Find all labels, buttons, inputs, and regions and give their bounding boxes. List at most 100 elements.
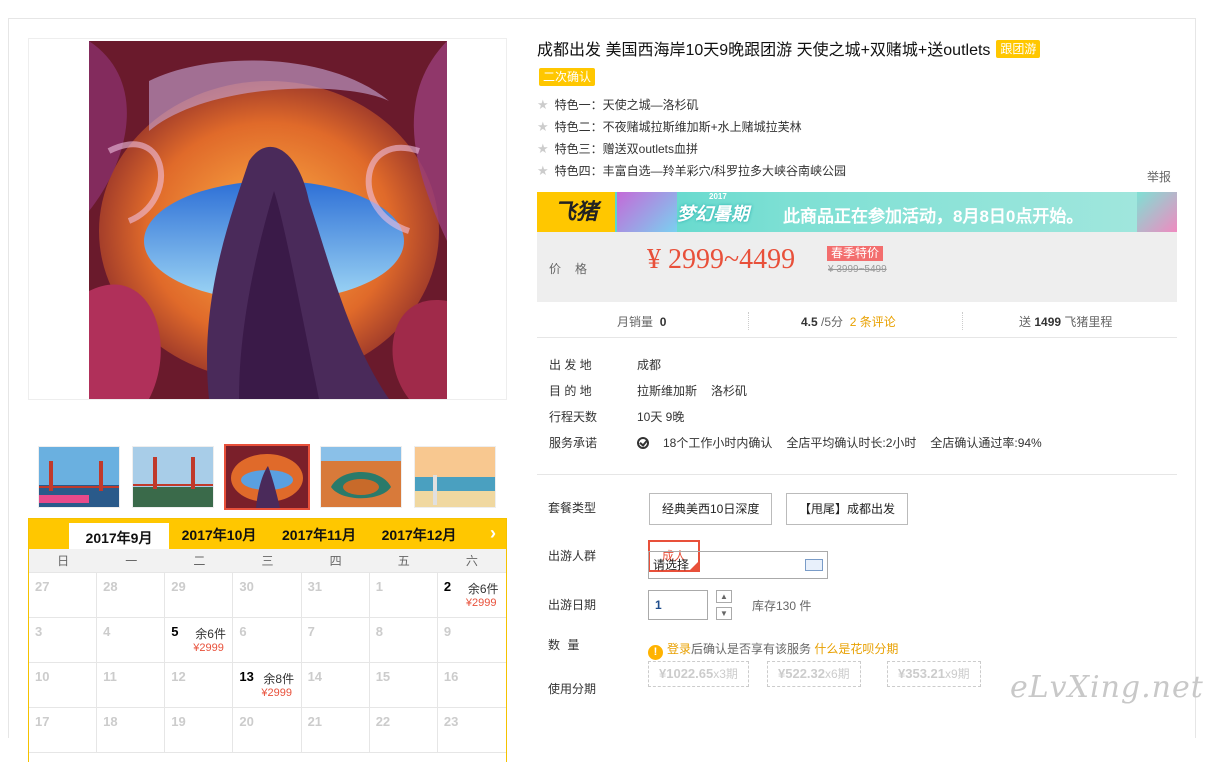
calendar-day-cell[interactable]: 2 余6件 ¥2999 <box>437 573 506 618</box>
quantity-increase-button[interactable]: ▲ <box>716 590 732 603</box>
site-watermark: eLvXing.net <box>1010 670 1204 705</box>
thumbnail-horseshoe-bend[interactable] <box>320 446 402 508</box>
calendar-day-cell: 4 <box>97 618 166 663</box>
quantity-decrease-button[interactable]: ▼ <box>716 607 732 620</box>
calendar-weekday: 六 <box>465 554 478 568</box>
calendar-day-number: 7 <box>307 624 315 639</box>
calendar-day-number: 23 <box>443 714 459 729</box>
calendar-month-tabs: 2017年9月 2017年10月 2017年11月 2017年12月 › <box>29 519 506 549</box>
calendar-day-number: 3 <box>35 624 43 639</box>
calendar-day-cell: 10 <box>29 663 98 708</box>
calendar-day-cell: 14 <box>301 663 370 708</box>
calendar-day-number: 27 <box>35 579 50 594</box>
calendar-day-cell: 21 <box>301 708 370 753</box>
calendar-day-number: 1 <box>375 579 383 594</box>
calendar-day-cell: 23 <box>437 708 506 753</box>
calendar-day-cell: 9 <box>437 618 506 663</box>
installment-option-3[interactable]: ¥1022.65x3期 <box>648 661 749 687</box>
calendar-day-price: ¥2999 <box>465 597 497 609</box>
calendar-day-number: 12 <box>171 669 186 684</box>
calendar-weekday: 四 <box>329 554 342 568</box>
installment-option-6[interactable]: ¥522.32x6期 <box>767 661 861 687</box>
calendar-weekday: 二 <box>193 554 206 568</box>
calendar-day-cell: 12 <box>165 663 234 708</box>
tab-month-dec[interactable]: 2017年12月 <box>369 519 469 549</box>
calendar-day-cell: 17 <box>29 708 98 753</box>
calendar-day-number: 29 <box>171 579 186 594</box>
calendar-weekday: 一 <box>125 554 138 568</box>
calendar-weekday: 日 <box>57 554 70 568</box>
calendar-day-price: ¥2999 <box>193 642 224 654</box>
thumbnail-golden-gate-1[interactable] <box>38 446 120 508</box>
date-picker-input[interactable]: 请选择 <box>648 551 828 579</box>
quantity-input[interactable]: 1 <box>648 590 708 620</box>
calendar-day-cell: 18 <box>97 708 166 753</box>
stock-count: 库存130 件 <box>752 599 812 613</box>
calendar-day-price: ¥2999 <box>261 687 293 699</box>
thumbnail-strip <box>28 442 507 516</box>
calendar-day-cell: 16 <box>437 663 506 708</box>
calendar-day-number: 30 <box>239 579 254 594</box>
calendar-day-cell: 3 <box>29 618 98 663</box>
tab-month-nov[interactable]: 2017年11月 <box>269 519 369 549</box>
calendar-day-cell: 15 <box>369 663 438 708</box>
tab-month-oct[interactable]: 2017年10月 <box>169 519 269 549</box>
calendar-day-number: 9 <box>443 624 452 639</box>
gallery-column: 2017年9月 2017年10月 2017年11月 2017年12月 › 日 一 二… <box>28 38 507 762</box>
calendar-day-cell: 22 <box>369 708 438 753</box>
calendar-day-cell: 27 <box>29 573 98 618</box>
calendar-day-cell[interactable]: 13 余8件 ¥2999 <box>233 663 302 708</box>
calendar-day-cell: 30 <box>233 573 302 618</box>
calendar-day-number: 5 <box>171 624 179 639</box>
tab-month-sep[interactable]: 2017年9月 <box>69 521 169 549</box>
calendar-weekday: 三 <box>261 554 274 568</box>
calendar-day-number: 16 <box>443 669 459 684</box>
calendar-weekday: 五 <box>397 554 410 568</box>
huabei-info-link[interactable]: 什么是花呗分期 <box>814 642 898 656</box>
calendar-day-cell: 19 <box>165 708 234 753</box>
calendar-day-cell: 31 <box>301 573 370 618</box>
warning-icon: ! <box>648 645 663 660</box>
calendar-day-cell: 29 <box>165 573 234 618</box>
calendar-day-cell: 7 <box>301 618 370 663</box>
calendar-day-cell: 11 <box>97 663 166 708</box>
options-section: 套餐类型 经典美西10日深度 【甩尾】成都出发 出游人群 成人 出游日期 请选择… <box>537 0 1177 724</box>
thumbnail-golden-gate-2[interactable] <box>132 446 214 508</box>
calendar-day-number: 22 <box>375 714 391 729</box>
login-link[interactable]: 登录 <box>667 642 691 656</box>
calendar-grid: 27 28 29 30 31 1 2 余6件 ¥2999 3 4 5 余6件 ¥2999 6 7 8 9 10 11 1… <box>29 573 506 753</box>
calendar-day-cell: 28 <box>97 573 166 618</box>
main-image-box <box>28 38 507 400</box>
calendar-day-number: 2 <box>443 579 452 594</box>
package-option-tail[interactable]: 【甩尾】成都出发 <box>786 493 909 525</box>
calendar-day-cell: 20 <box>233 708 302 753</box>
calendar-icon[interactable] <box>805 559 823 571</box>
calendar-day-cell[interactable]: 5 余6件 ¥2999 <box>165 618 234 663</box>
chevron-right-icon[interactable]: › <box>490 523 496 544</box>
calendar-day-number: 19 <box>171 714 186 729</box>
calendar-day-number: 21 <box>307 714 323 729</box>
package-option-classic[interactable]: 经典美西10日深度 <box>649 493 773 525</box>
calendar-day-number: 14 <box>307 669 323 684</box>
calendar-day-number: 13 <box>239 669 254 684</box>
price-calendar: 2017年9月 2017年10月 2017年11月 2017年12月 › 日 一 二… <box>28 518 507 762</box>
calendar-day-number: 18 <box>103 714 118 729</box>
calendar-day-number: 31 <box>307 579 323 594</box>
people-label: 出游人群 <box>548 549 597 563</box>
calendar-day-cell: 1 <box>369 573 438 618</box>
installment-option-9[interactable]: ¥353.21x9期 <box>887 661 981 687</box>
date-label: 出游日期 <box>548 598 597 612</box>
calendar-day-number: 20 <box>239 714 254 729</box>
calendar-day-cell: 8 <box>369 618 438 663</box>
calendar-day-stock: 余6件 <box>467 582 499 596</box>
calendar-day-stock: 余6件 <box>195 627 226 641</box>
installment-note: ! 登录后确认是否享有该服务 什么是花呗分期 <box>648 640 898 660</box>
calendar-day-number: 10 <box>35 669 50 684</box>
thumbnail-beach[interactable] <box>414 446 496 508</box>
calendar-day-number: 8 <box>375 624 383 639</box>
installment-label: 使用分期 <box>548 682 597 696</box>
package-label: 套餐类型 <box>548 501 597 515</box>
calendar-day-number: 28 <box>103 579 118 594</box>
calendar-day-number: 11 <box>103 669 117 684</box>
thumbnail-antelope-canyon[interactable] <box>224 444 310 510</box>
